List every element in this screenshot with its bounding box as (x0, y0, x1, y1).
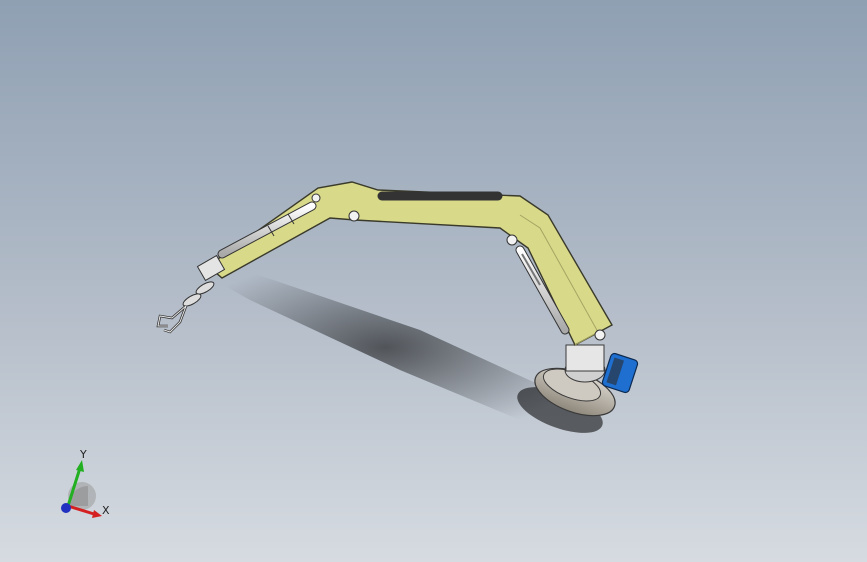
gripper[interactable] (156, 305, 188, 334)
x-axis-label: X (102, 504, 110, 517)
y-axis-label: Y (79, 448, 87, 461)
main-boom[interactable] (206, 181, 613, 346)
model-canvas (156, 181, 639, 440)
cad-viewport[interactable]: Y X (0, 0, 867, 562)
orientation-triad: Y X (50, 446, 114, 522)
arm-cylinder[interactable] (377, 191, 503, 201)
